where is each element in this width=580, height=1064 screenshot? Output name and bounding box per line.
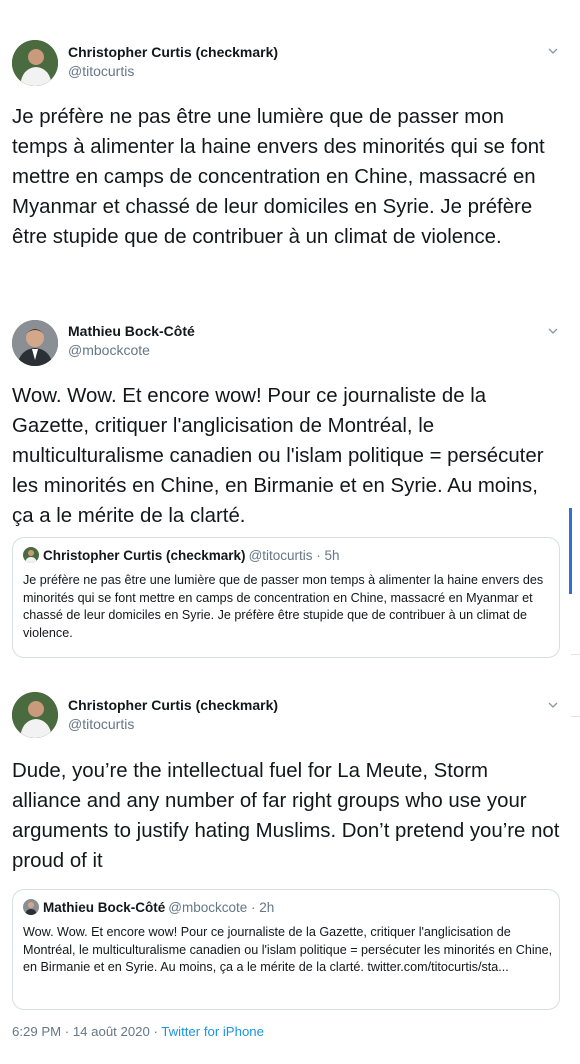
avatar[interactable] xyxy=(12,40,58,86)
quoted-tweet[interactable]: Mathieu Bock-Côté @mbockcote · 2h Wow. Wo… xyxy=(12,889,560,1010)
author-name[interactable]: Mathieu Bock-Côté xyxy=(68,323,195,339)
quoted-meta: @mbockcote · 2h xyxy=(168,900,275,915)
quoted-tweet[interactable]: Christopher Curtis (checkmark) @titocurti… xyxy=(12,537,560,658)
tweet-text: Je préfère ne pas être une lumière que d… xyxy=(12,106,545,248)
quoted-tweet-header: Mathieu Bock-Côté @mbockcote · 2h xyxy=(23,899,274,915)
tweet-text: Dude, you’re the intellectual fuel for L… xyxy=(12,760,560,872)
quoted-author-name: Christopher Curtis (checkmark) xyxy=(43,548,246,563)
divider xyxy=(571,654,580,655)
chevron-down-icon[interactable] xyxy=(548,326,558,336)
chevron-down-icon[interactable] xyxy=(548,46,558,56)
divider xyxy=(571,716,580,717)
quoted-tweet-text: Je préfère ne pas être une lumière que d… xyxy=(23,573,544,640)
avatar xyxy=(23,547,39,563)
avatar xyxy=(23,899,39,915)
author-handle[interactable]: @mbockcote xyxy=(68,342,150,358)
author-handle[interactable]: @titocurtis xyxy=(68,716,134,732)
quoted-author-name: Mathieu Bock-Côté xyxy=(43,900,166,915)
tweet-text: Wow. Wow. Et encore wow! Pour ce journal… xyxy=(12,385,544,527)
quoted-meta: @titocurtis · 5h xyxy=(248,548,340,563)
avatar[interactable] xyxy=(12,692,58,738)
author-handle[interactable]: @titocurtis xyxy=(68,63,134,79)
author-name[interactable]: Christopher Curtis (checkmark) xyxy=(68,44,278,60)
tweet-footer: 6:29 PM · 14 août 2020 · Twitter for iPh… xyxy=(12,1024,264,1039)
quoted-tweet-text: Wow. Wow. Et encore wow! Pour ce journal… xyxy=(23,925,553,974)
author-name[interactable]: Christopher Curtis (checkmark) xyxy=(68,697,278,713)
quoted-tweet-header: Christopher Curtis (checkmark) @titocurti… xyxy=(23,547,340,563)
source-link[interactable]: Twitter for iPhone xyxy=(161,1024,264,1039)
scrollbar[interactable] xyxy=(569,508,572,594)
chevron-down-icon[interactable] xyxy=(548,700,558,710)
timestamp[interactable]: 6:29 PM · 14 août 2020 · xyxy=(12,1024,158,1039)
avatar[interactable] xyxy=(12,320,58,366)
